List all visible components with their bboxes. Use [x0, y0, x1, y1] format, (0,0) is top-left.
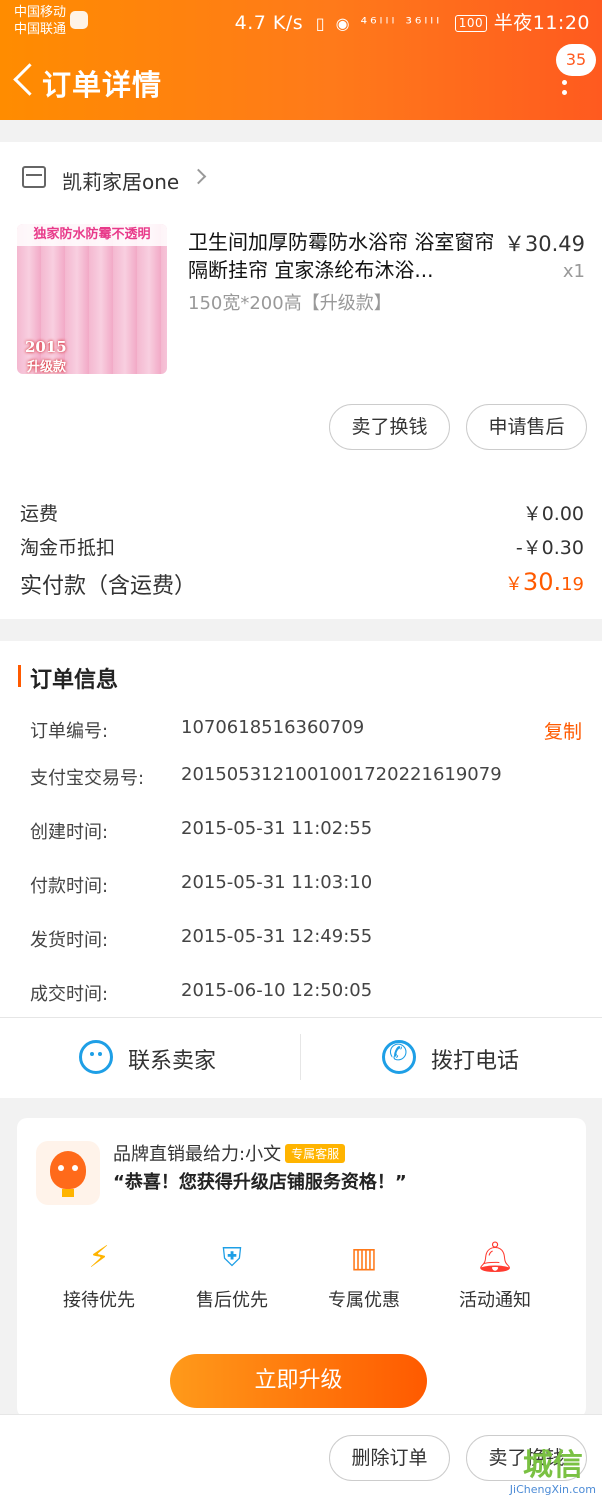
site-watermark: 城信 JiChengXin.com — [509, 1448, 596, 1497]
total-label: 实付款（含运费） — [20, 574, 197, 599]
product-spec: 150宽*200高【升级款】 — [188, 293, 392, 314]
total-decimal: 19 — [561, 574, 584, 595]
shield-icon: ⛨ — [222, 1243, 242, 1273]
order-number-label: 订单编号: — [30, 721, 109, 742]
perk-priority-reception[interactable]: ⚡ 接待优先 — [44, 1238, 154, 1312]
contact-seller-label: 联系卖家 — [128, 1049, 217, 1074]
service-message: “恭喜！您获得升级店铺服务资格！” — [113, 1172, 407, 1193]
alipay-trade-label: 支付宝交易号: — [30, 768, 145, 789]
paid-time-value: 2015-05-31 11:03:10 — [181, 872, 373, 893]
order-info-title: 订单信息 — [30, 668, 119, 693]
contact-seller-button[interactable]: 联系卖家 — [0, 1018, 300, 1098]
shipping-label: 运费 — [20, 503, 59, 525]
perk-label: 专属优惠 — [328, 1290, 400, 1311]
product-title[interactable]: 卫生间加厚防霉防水浴帘 浴室窗帘隔断挂帘 宜家涤纶布沐浴... — [188, 228, 498, 284]
bell-icon: 🔔︎ — [475, 1240, 515, 1275]
shipped-time-value: 2015-05-31 12:49:55 — [181, 926, 373, 947]
page-title: 订单详情 — [42, 68, 163, 102]
status-right: 4.7 K/s ▯ ◉ ⁴⁶ᴵᴵᴵ ³⁶ᴵᴵᴵ 100 半夜11:20 — [235, 8, 590, 35]
mascot-eye — [58, 1165, 64, 1171]
carrier-1: 中国移动 — [14, 5, 67, 20]
perk-label: 接待优先 — [63, 1290, 135, 1311]
paid-time-label: 付款时间: — [30, 876, 109, 897]
coin-discount-value: -￥0.30 — [515, 537, 584, 559]
total-integer: 30. — [522, 568, 562, 596]
battery-icon: 100 — [454, 15, 488, 32]
after-sale-button[interactable]: 申请售后 — [466, 404, 587, 450]
alipay-trade-value: 2015053121001001720221619079 — [181, 764, 502, 785]
agent-name-text: 品牌直销最给力:小文 — [113, 1144, 282, 1165]
shipped-time-label: 发货时间: — [30, 930, 109, 951]
upgrade-now-button[interactable]: 立即升级 — [170, 1354, 427, 1408]
exclusive-service-tag: 专属客服 — [285, 1144, 346, 1163]
security-shield-icon — [70, 11, 88, 29]
service-agent-name: 品牌直销最给力:小文 专属客服 — [113, 1140, 346, 1166]
created-time-value: 2015-05-31 11:02:55 — [181, 818, 373, 839]
app-header: 中国移动 中国联通 4.7 K/s ▯ ◉ ⁴⁶ᴵᴵᴵ ³⁶ᴵᴵᴵ 100 半夜… — [0, 0, 602, 120]
perk-after-sale-priority[interactable]: ⛨ 售后优先 — [177, 1238, 287, 1312]
carrier-2: 中国联通 — [14, 22, 67, 37]
perk-event-notice[interactable]: 🔔︎ 活动通知 — [440, 1238, 550, 1312]
perk-label: 活动通知 — [459, 1290, 531, 1311]
call-phone-button[interactable]: 拨打电话 — [301, 1018, 601, 1098]
product-quantity: x1 — [562, 261, 585, 282]
delete-order-button[interactable]: 删除订单 — [329, 1435, 450, 1481]
status-bar: 中国移动 中国联通 4.7 K/s ▯ ◉ ⁴⁶ᴵᴵᴵ ³⁶ᴵᴵᴵ 100 半夜… — [0, 0, 602, 44]
copy-order-number-button[interactable]: 复制 — [544, 717, 582, 744]
perk-exclusive-discount[interactable]: ▥ 专属优惠 — [309, 1238, 419, 1312]
resell-button[interactable]: 卖了换钱 — [329, 404, 450, 450]
perk-label: 售后优先 — [196, 1290, 268, 1311]
bottom-action-bar: 删除订单 卖了换钱 城信 JiChengXin.com — [0, 1414, 602, 1500]
service-upgrade-card: 品牌直销最给力:小文 专属客服 “恭喜！您获得升级店铺服务资格！” ⚡ 接待优先 … — [17, 1118, 586, 1418]
product-image-banner: 独家防水防霉不透明 — [17, 224, 167, 246]
mascot-avatar — [36, 1141, 100, 1205]
product-image-year: 2015 — [25, 338, 67, 356]
completed-time-value: 2015-06-10 12:50:05 — [181, 980, 373, 1001]
mascot-bowtie — [62, 1189, 74, 1197]
product-image-sub: 升级款 — [27, 360, 67, 374]
completed-time-label: 成交时间: — [30, 984, 109, 1005]
product-price: ￥30.49 — [503, 232, 585, 256]
total-currency: ￥ — [504, 574, 523, 595]
mascot-eye — [72, 1165, 78, 1171]
created-time-label: 创建时间: — [30, 822, 109, 843]
watermark-logo: 城信 — [522, 1448, 583, 1483]
shop-name[interactable]: 凯莉家居one — [62, 166, 179, 195]
chat-smile-icon — [79, 1040, 113, 1074]
more-menu-icon[interactable] — [556, 66, 572, 96]
order-number-value: 1070618516360709 — [181, 717, 365, 738]
total-amount: ￥30.19 — [505, 568, 584, 596]
coin-discount-label: 淘金币抵扣 — [20, 537, 116, 559]
call-phone-label: 拨打电话 — [431, 1049, 520, 1074]
shipping-value: ￥0.00 — [522, 503, 584, 525]
clock: 半夜11:20 — [493, 12, 590, 34]
back-arrow-icon[interactable] — [10, 62, 36, 98]
network-speed: 4.7 K/s — [234, 12, 304, 34]
signal-icons: ▯ ◉ ⁴⁶ᴵᴵᴵ ³⁶ᴵᴵᴵ — [315, 14, 443, 33]
coupon-icon: ▥ — [350, 1241, 378, 1274]
mascot-head — [50, 1151, 86, 1189]
shop-icon — [22, 166, 46, 188]
section-accent-bar — [18, 665, 21, 687]
carrier-info: 中国移动 中国联通 — [14, 4, 66, 38]
product-image[interactable]: 独家防水防霉不透明 2015 升级款 — [17, 224, 167, 374]
phone-icon — [382, 1040, 416, 1074]
watermark-url: JiChengXin.com — [509, 1483, 596, 1496]
lightning-icon: ⚡ — [88, 1240, 110, 1275]
